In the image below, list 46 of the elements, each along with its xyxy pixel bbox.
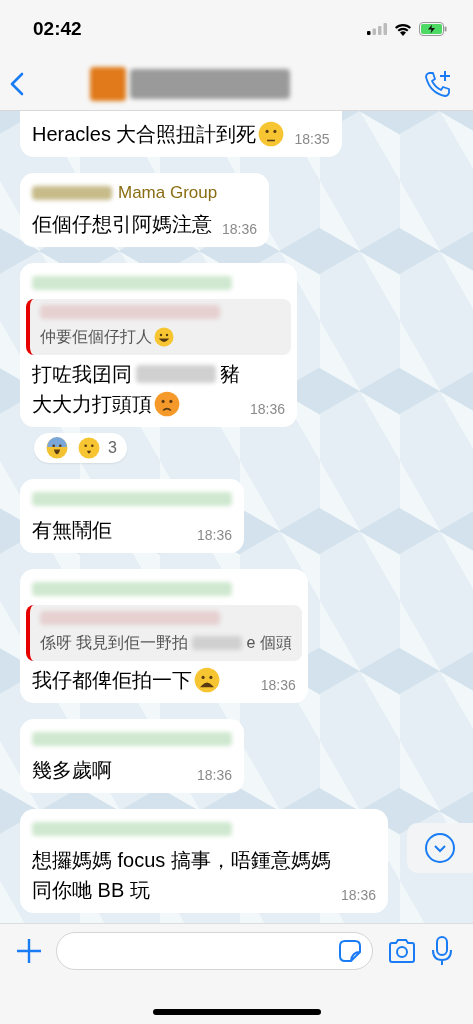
- signal-icon: [367, 23, 387, 35]
- emoji-icon: [194, 667, 220, 693]
- message-text: e 個頭: [246, 633, 292, 653]
- plus-icon[interactable]: [16, 938, 42, 964]
- message-time: 18:36: [340, 887, 376, 905]
- back-icon[interactable]: [10, 72, 24, 96]
- message-text: 幾多歲啊: [32, 758, 112, 783]
- message-text: Heracles 大合照扭計到死: [32, 122, 257, 147]
- message-text: 仲要佢個仔打人: [40, 327, 152, 347]
- emoji-icon: [46, 437, 68, 459]
- status-time: 02:42: [33, 18, 82, 40]
- message-time: 18:36: [250, 401, 286, 419]
- microphone-icon[interactable]: [431, 936, 453, 966]
- reaction-count: 3: [108, 439, 117, 457]
- message-time: 18:36: [260, 677, 296, 695]
- message-text: 有無鬧佢: [32, 518, 112, 543]
- message-text: 佢個仔想引阿媽注意: [32, 212, 212, 237]
- message-text: 係呀 我見到佢一野拍: [40, 633, 189, 653]
- message-time: 18:36: [196, 767, 232, 785]
- message-text: 豬: [220, 362, 240, 387]
- scroll-down-button[interactable]: [407, 823, 473, 873]
- message-text: 我仔都俾佢拍一下: [32, 668, 192, 693]
- message-time: 18:35: [294, 131, 330, 149]
- emoji-icon: [258, 121, 285, 147]
- redaction-blur: [192, 636, 243, 650]
- battery-icon: [419, 22, 447, 36]
- emoji-icon: [78, 437, 100, 459]
- add-call-icon[interactable]: [423, 69, 453, 99]
- sender-name: Mama Group: [118, 183, 218, 203]
- quoted-message[interactable]: 仲要佢個仔打人: [26, 299, 292, 355]
- message-text: 打咗我囝同: [32, 362, 132, 387]
- wifi-icon: [394, 22, 412, 36]
- camera-icon[interactable]: [387, 938, 417, 964]
- message-text: 想攞媽媽 focus 搞事，唔鍾意媽媽: [32, 848, 331, 873]
- emoji-icon: [154, 327, 174, 347]
- avatar-blur: [90, 67, 126, 101]
- quoted-message[interactable]: 係呀 我見到佢一野拍 e 個頭: [26, 605, 302, 661]
- message-time: 18:36: [196, 527, 232, 545]
- message-text: 同你哋 BB 玩: [32, 878, 150, 903]
- chevron-down-icon: [424, 832, 456, 864]
- sticker-icon[interactable]: [338, 939, 362, 963]
- emoji-icon: [154, 391, 180, 417]
- message-time: 18:36: [222, 221, 258, 239]
- message-field[interactable]: [56, 932, 373, 970]
- reactions-pill[interactable]: 3: [34, 433, 127, 463]
- message-text: 大大力打頭頂: [32, 392, 152, 417]
